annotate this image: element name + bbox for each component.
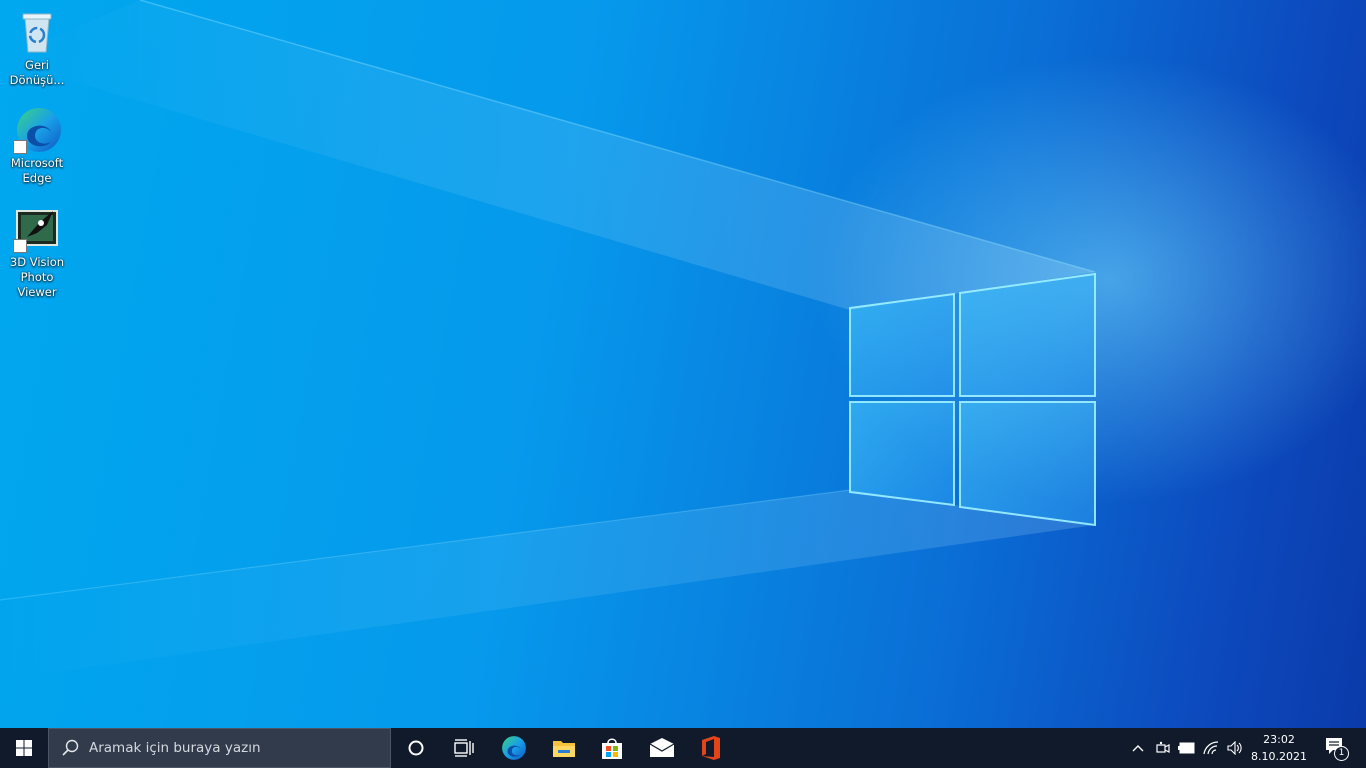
microsoft-store-button[interactable] [588, 728, 636, 768]
taskbar: Aramak için buraya yazın 23:02 8.10.2021… [0, 728, 1366, 768]
file-explorer-button[interactable] [540, 728, 588, 768]
mail-button[interactable] [638, 728, 686, 768]
shortcut-arrow-icon [13, 239, 27, 253]
battery-icon [1178, 742, 1195, 754]
search-icon [62, 739, 79, 756]
office-icon [702, 736, 720, 760]
desktop-icon-microsoft-edge[interactable]: Microsoft Edge [0, 100, 74, 186]
desktop-icon-label: 3D Vision Photo Viewer [9, 255, 65, 299]
shortcut-arrow-icon [13, 140, 27, 154]
desktop: Geri Dönüşü... Microsoft Edge 3D Vision … [0, 0, 1366, 728]
cortana-button[interactable] [392, 728, 440, 768]
meet-now-button[interactable] [1152, 728, 1174, 768]
wifi-icon [1203, 741, 1219, 755]
show-hidden-icons-button[interactable] [1128, 728, 1148, 768]
task-view-icon [454, 739, 474, 757]
cortana-icon [408, 740, 424, 756]
clock[interactable]: 23:02 8.10.2021 [1248, 728, 1310, 768]
chevron-up-icon [1132, 745, 1144, 752]
action-center-button[interactable]: 1 [1316, 728, 1356, 768]
search-placeholder: Aramak için buraya yazın [89, 740, 261, 756]
network-button[interactable] [1200, 728, 1222, 768]
taskbar-edge-button[interactable] [490, 728, 538, 768]
clock-time: 23:02 [1263, 733, 1295, 746]
speaker-icon [1227, 741, 1242, 755]
battery-button[interactable] [1176, 728, 1198, 768]
mail-icon [649, 738, 675, 757]
meet-now-icon [1156, 741, 1170, 753]
volume-button[interactable] [1224, 728, 1246, 768]
notification-badge: 1 [1334, 746, 1349, 761]
desktop-icon-recycle-bin[interactable]: Geri Dönüşü... [0, 2, 74, 88]
task-view-button[interactable] [440, 728, 488, 768]
start-button[interactable] [0, 728, 48, 768]
desktop-icon-label: Microsoft Edge [10, 156, 64, 185]
edge-icon [13, 106, 61, 154]
office-button[interactable] [687, 728, 735, 768]
edge-icon [502, 736, 526, 760]
microsoft-store-icon [602, 738, 622, 759]
desktop-icon-3d-vision[interactable]: 3D Vision Photo Viewer [0, 199, 74, 300]
clock-date: 8.10.2021 [1251, 750, 1307, 763]
3d-vision-icon [13, 205, 61, 253]
windows-logo-icon [16, 740, 32, 756]
recycle-bin-icon [13, 8, 61, 56]
search-input[interactable]: Aramak için buraya yazın [48, 728, 391, 768]
file-explorer-icon [553, 741, 575, 757]
desktop-icon-label: Geri Dönüşü... [9, 58, 65, 87]
windows-wallpaper [0, 0, 1096, 680]
